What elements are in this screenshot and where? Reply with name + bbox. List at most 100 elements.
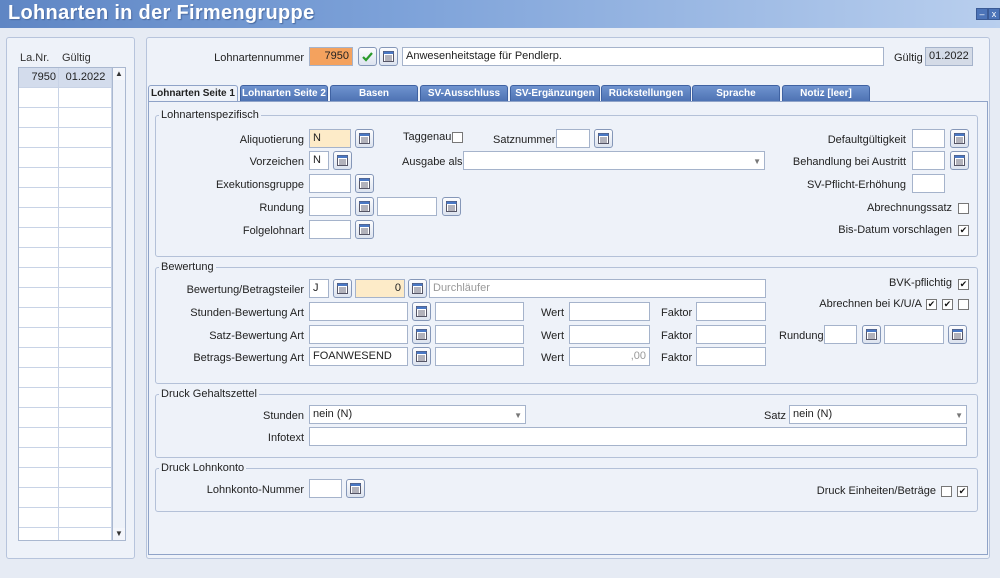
table-row[interactable] <box>19 208 112 228</box>
stunden-bewertung-input[interactable] <box>309 302 408 321</box>
abrechnen-u-checkbox[interactable]: ✔ <box>942 299 953 310</box>
satznummer-input[interactable] <box>556 129 590 148</box>
table-row[interactable] <box>19 468 112 488</box>
satz-bewertung-lookup-button[interactable] <box>412 325 431 344</box>
table-row[interactable] <box>19 188 112 208</box>
table-row[interactable] <box>19 528 112 540</box>
ausgabe-als-select[interactable]: ▼ <box>463 151 765 170</box>
rundung-lookup-button[interactable] <box>355 197 374 216</box>
table-row[interactable] <box>19 368 112 388</box>
gehaltszettel-stunden-select[interactable]: nein (N) ▼ <box>309 405 526 424</box>
betragsteiler-number-input[interactable]: 0 <box>355 279 405 298</box>
table-row[interactable] <box>19 488 112 508</box>
close-button[interactable]: x <box>988 8 1000 20</box>
aliquotierung-input[interactable]: N <box>309 129 351 148</box>
scroll-up-icon[interactable]: ▲ <box>113 68 125 80</box>
list-scrollbar[interactable]: ▲ ▼ <box>112 67 126 541</box>
betrags-bewertung-input[interactable]: FOANWESEND <box>309 347 408 366</box>
abrechnen-a-checkbox[interactable] <box>958 299 969 310</box>
druck-einheiten-checkbox[interactable] <box>941 486 952 497</box>
tab-sprache[interactable]: Sprache <box>692 85 780 101</box>
defaultgueltigkeit-input[interactable] <box>912 129 945 148</box>
table-row[interactable] <box>19 448 112 468</box>
table-row[interactable] <box>19 428 112 448</box>
stunden-bewertung-text[interactable] <box>435 302 524 321</box>
bis-datum-checkbox[interactable]: ✔ <box>958 225 969 236</box>
rundung-text-input[interactable] <box>377 197 437 216</box>
abrechnen-k-checkbox[interactable]: ✔ <box>926 299 937 310</box>
aliquotierung-lookup-button[interactable] <box>355 129 374 148</box>
rundung-input[interactable] <box>309 197 351 216</box>
table-row[interactable] <box>19 388 112 408</box>
betrags-wert-input[interactable]: ,00 <box>569 347 650 366</box>
bewertung-rundung-input[interactable] <box>824 325 857 344</box>
tab-lohnarten-seite-1[interactable]: Lohnarten Seite 1 <box>148 85 238 102</box>
bewertung-rundung-text-lookup-button[interactable] <box>948 325 967 344</box>
stunden-bewertung-lookup-button[interactable] <box>412 302 431 321</box>
table-row[interactable] <box>19 308 112 328</box>
stunden-wert-input[interactable] <box>569 302 650 321</box>
taggenau-checkbox[interactable] <box>452 132 463 143</box>
list-header-gueltig[interactable]: Gültig <box>62 52 91 64</box>
behandlung-austritt-input[interactable] <box>912 151 945 170</box>
satz-faktor-input[interactable] <box>696 325 766 344</box>
table-row[interactable] <box>19 248 112 268</box>
rundung-text-lookup-button[interactable] <box>442 197 461 216</box>
sv-pflicht-input[interactable] <box>912 174 945 193</box>
abrechnungssatz-checkbox[interactable] <box>958 203 969 214</box>
vorzeichen-lookup-button[interactable] <box>333 151 352 170</box>
table-row[interactable] <box>19 108 112 128</box>
exekutionsgruppe-lookup-button[interactable] <box>355 174 374 193</box>
folgelohnart-input[interactable] <box>309 220 351 239</box>
tab-rueckstellungen[interactable]: Rückstellungen <box>601 85 691 101</box>
vorzeichen-input[interactable]: N <box>309 151 329 170</box>
bewertung-rundung-lookup-button[interactable] <box>862 325 881 344</box>
lohnart-description-input[interactable]: Anwesenheitstage für Pendlerp. <box>402 47 884 66</box>
betragsteiler-number-lookup-button[interactable] <box>408 279 427 298</box>
betragsteiler-input[interactable]: J <box>309 279 329 298</box>
table-row[interactable] <box>19 328 112 348</box>
betrags-faktor-input[interactable] <box>696 347 766 366</box>
folgelohnart-lookup-button[interactable] <box>355 220 374 239</box>
list-header-nr[interactable]: La.Nr. <box>20 52 49 64</box>
table-row[interactable] <box>19 228 112 248</box>
table-row[interactable] <box>19 408 112 428</box>
satznummer-lookup-button[interactable] <box>594 129 613 148</box>
tab-lohnarten-seite-2[interactable]: Lohnarten Seite 2 <box>240 85 328 101</box>
defaultgueltigkeit-lookup-button[interactable] <box>950 129 969 148</box>
behandlung-austritt-lookup-button[interactable] <box>950 151 969 170</box>
betrags-bewertung-text[interactable] <box>435 347 524 366</box>
table-row[interactable] <box>19 268 112 288</box>
satz-bewertung-text[interactable] <box>435 325 524 344</box>
table-row[interactable] <box>19 348 112 368</box>
bewertung-rundung-text-input[interactable] <box>884 325 944 344</box>
druck-betraege-checkbox[interactable]: ✔ <box>957 486 968 497</box>
satz-bewertung-input[interactable] <box>309 325 408 344</box>
minimize-button[interactable]: – <box>976 8 988 20</box>
tab-sv-ausschluss[interactable]: SV-Ausschluss <box>420 85 508 101</box>
bvk-pflichtig-checkbox[interactable]: ✔ <box>958 279 969 290</box>
tab-notiz[interactable]: Notiz [leer] <box>782 85 870 101</box>
betragsteiler-lookup-button[interactable] <box>333 279 352 298</box>
scroll-down-icon[interactable]: ▼ <box>113 528 125 540</box>
satz-wert-input[interactable] <box>569 325 650 344</box>
table-row[interactable]: 7950 01.2022 <box>19 68 112 88</box>
infotext-input[interactable] <box>309 427 967 446</box>
lohnartennummer-input[interactable]: 7950 <box>309 47 353 66</box>
exekutionsgruppe-input[interactable] <box>309 174 351 193</box>
tab-sv-ergaenzungen[interactable]: SV-Ergänzungen <box>510 85 600 101</box>
table-row[interactable] <box>19 88 112 108</box>
table-row[interactable] <box>19 288 112 308</box>
stunden-faktor-input[interactable] <box>696 302 766 321</box>
table-row[interactable] <box>19 128 112 148</box>
tab-basen[interactable]: Basen <box>330 85 418 101</box>
gehaltszettel-satz-select[interactable]: nein (N) ▼ <box>789 405 967 424</box>
table-row[interactable] <box>19 148 112 168</box>
lookup-button[interactable] <box>379 47 398 66</box>
lohnkonto-nummer-lookup-button[interactable] <box>346 479 365 498</box>
table-row[interactable] <box>19 508 112 528</box>
confirm-button[interactable] <box>358 47 377 66</box>
table-row[interactable] <box>19 168 112 188</box>
lohnkonto-nummer-input[interactable] <box>309 479 342 498</box>
betrags-bewertung-lookup-button[interactable] <box>412 347 431 366</box>
